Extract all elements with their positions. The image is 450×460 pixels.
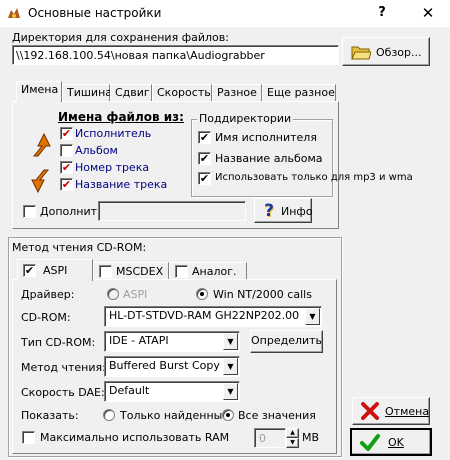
subdir-artist-checkbox[interactable] [198, 131, 211, 144]
tab-silence[interactable]: Тишина [62, 84, 113, 102]
help-button[interactable]: ? [370, 2, 394, 24]
browse-button[interactable]: Обзор... [342, 37, 430, 66]
cdrom-label: CD-ROM: [21, 311, 71, 324]
title-bar: Основные настройки ? ✕ [0, 0, 450, 27]
tab-label: Тишина [67, 86, 113, 99]
extra-checkbox[interactable] [23, 205, 36, 218]
close-button[interactable]: ✕ [414, 2, 442, 24]
chevron-down-icon[interactable]: ▼ [305, 308, 320, 325]
chevron-down-icon[interactable]: ▼ [223, 333, 238, 350]
tab-label: Разное [217, 86, 257, 99]
ram-amount-value: 0 [259, 432, 266, 445]
track-title-label: Название трека [75, 178, 168, 191]
analog-checkbox[interactable] [175, 265, 188, 278]
ram-down-icon[interactable]: ▼ [286, 438, 299, 448]
tab-misc[interactable]: Разное [212, 84, 262, 102]
driver-win-radio[interactable] [196, 288, 208, 300]
subdirectories-heading: Поддиректории [197, 112, 294, 125]
cdrom-group-label: Метод чтения CD-ROM: [12, 241, 147, 254]
subdir-mp3-only-label: Использовать только для mp3 и wma [215, 172, 413, 183]
max-ram-checkbox[interactable] [22, 431, 35, 444]
detect-button[interactable]: Определить [250, 330, 323, 353]
green-check-icon [360, 434, 380, 451]
album-label: Альбом [75, 144, 118, 157]
tab-label: Скорость [157, 86, 211, 99]
tab-label: Имена [21, 83, 59, 96]
show-found-label: Только найденные [120, 409, 230, 422]
directory-field[interactable]: \\192.168.100.54\новая папка\Audiograbbe… [12, 45, 339, 65]
audiograbber-app-icon [8, 8, 20, 18]
subdir-album-checkbox[interactable] [198, 152, 211, 165]
show-found-radio[interactable] [103, 409, 115, 421]
tab-aspi-label: ASPI [43, 264, 68, 277]
directory-value: \\192.168.100.54\новая папка\Audiograbbe… [16, 49, 265, 62]
filename-heading: Имена файлов из: [58, 110, 184, 124]
move-down-arrow-icon[interactable] [30, 168, 52, 194]
tab-aspi[interactable]: ASPI [17, 259, 93, 281]
driver-win-label: Win NT/2000 calls [213, 288, 312, 301]
album-checkbox[interactable] [60, 144, 73, 157]
tab-mscdex[interactable]: MSCDEX [93, 262, 169, 280]
read-method-value: Buffered Burst Copy [109, 359, 220, 372]
show-label: Показать: [21, 409, 79, 422]
read-method-select[interactable]: Buffered Burst Copy ▼ [104, 356, 240, 377]
track-number-checkbox[interactable] [60, 161, 73, 174]
tab-mscdex-label: MSCDEX [116, 265, 164, 278]
cdrom-value: HL-DT-STDVD-RAM GH22NP202.00 [109, 309, 300, 322]
ok-label: OK [388, 436, 404, 449]
ram-amount-field[interactable]: 0 [254, 428, 286, 448]
aspi-checkbox[interactable] [23, 264, 36, 277]
track-title-checkbox[interactable] [60, 178, 73, 191]
subdir-artist-label: Имя исполнителя [215, 131, 317, 144]
subdir-mp3-only-checkbox[interactable] [198, 172, 211, 185]
directory-label: Директория для сохранения файлов: [12, 31, 229, 44]
dae-speed-value: Default [109, 384, 150, 397]
show-all-radio[interactable] [222, 409, 234, 421]
tab-label: Еще разное [267, 86, 335, 99]
tab-more-misc[interactable]: Еще разное [262, 84, 336, 102]
browse-label: Обзор... [376, 46, 422, 59]
tab-offset[interactable]: Сдвиг [110, 84, 152, 102]
tab-label: Сдвиг [115, 86, 150, 99]
move-up-arrow-icon[interactable] [30, 132, 52, 158]
cdrom-type-label: Тип CD-ROM: [21, 336, 96, 349]
dae-speed-label: Скорость DAE: [21, 386, 105, 399]
tab-speed[interactable]: Скорость [152, 84, 212, 102]
info-label: Инфо [281, 205, 313, 218]
mscdex-checkbox[interactable] [99, 265, 112, 278]
chevron-down-icon[interactable]: ▼ [223, 358, 238, 375]
read-method-label: Метод чтения: [21, 361, 106, 374]
cdrom-type-value: IDE - ATAPI [109, 334, 169, 347]
cdrom-type-select[interactable]: IDE - ATAPI ▼ [104, 331, 240, 352]
tab-analog[interactable]: Аналог. [169, 262, 247, 280]
artist-label: Исполнитель [75, 127, 152, 140]
dae-speed-select[interactable]: Default ▼ [104, 381, 240, 402]
extra-field[interactable] [98, 201, 246, 221]
tab-names[interactable]: Имена [16, 81, 62, 102]
max-ram-label: Максимально использовать RAM [40, 431, 230, 444]
subdir-album-label: Название альбома [215, 152, 323, 165]
cancel-label: Отмена [385, 405, 430, 418]
driver-label: Драйвер: [21, 288, 75, 301]
show-all-label: Все значения [238, 409, 316, 422]
tab-analog-label: Аналог. [192, 265, 237, 278]
question-icon: ? [264, 201, 274, 221]
artist-checkbox[interactable] [60, 127, 73, 140]
cdrom-select[interactable]: HL-DT-STDVD-RAM GH22NP202.00 ▼ [104, 306, 322, 327]
ram-unit-label: MB [302, 431, 320, 444]
chevron-down-icon[interactable]: ▼ [223, 383, 238, 400]
track-number-label: Номер трека [75, 161, 150, 174]
extra-label: Дополнит. [40, 205, 101, 218]
info-button[interactable]: ? Инфо [254, 198, 313, 223]
ok-button[interactable]: OK [350, 428, 432, 456]
cancel-button[interactable]: Отмена [352, 397, 430, 425]
window-title: Основные настройки [28, 6, 162, 20]
driver-aspi-radio[interactable] [107, 288, 119, 300]
folder-icon [351, 46, 371, 60]
red-x-icon [361, 402, 379, 420]
driver-aspi-label: ASPI [123, 288, 148, 301]
ram-up-icon[interactable]: ▲ [286, 428, 299, 438]
